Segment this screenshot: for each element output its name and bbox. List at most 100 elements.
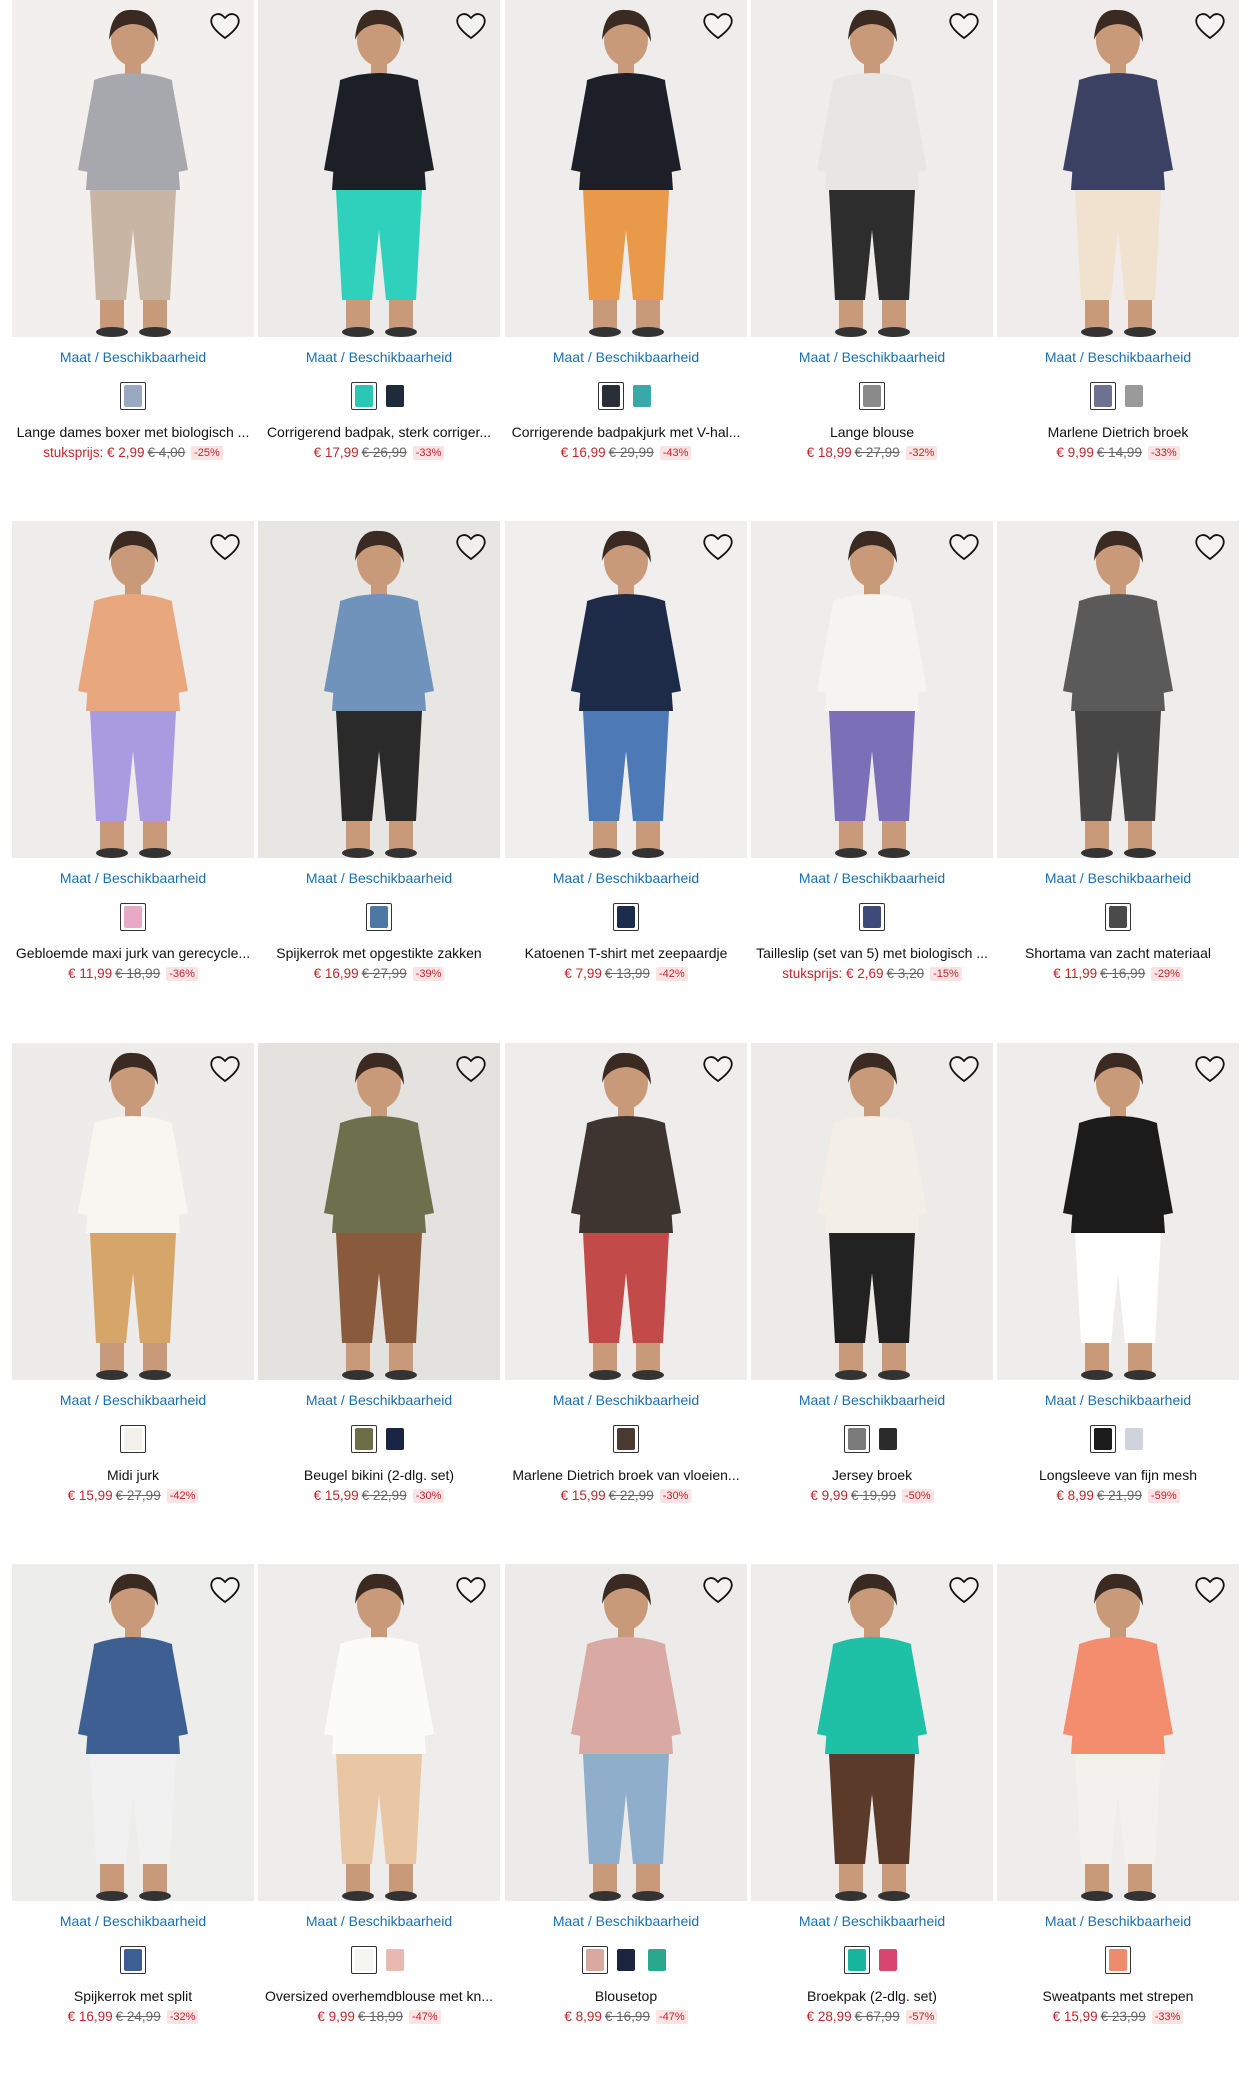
color-swatch[interactable] <box>1121 1425 1147 1453</box>
wishlist-heart-icon[interactable] <box>454 531 488 563</box>
product-image[interactable] <box>258 521 500 858</box>
product-card[interactable]: Maat / Beschikbaarheid Corrigerend badpak… <box>258 0 500 470</box>
product-card[interactable]: Maat / Beschikbaarheid Midi jurk € 15,99 € … <box>12 1043 254 1513</box>
product-name[interactable]: Oversized overhemdblouse met kn... <box>258 1988 500 2004</box>
product-card[interactable]: Maat / Beschikbaarheid Beugel bikini (2-d… <box>258 1043 500 1513</box>
product-name[interactable]: Marlene Dietrich broek <box>997 424 1239 440</box>
product-image[interactable] <box>751 521 993 858</box>
product-name[interactable]: Marlene Dietrich broek van vloeien... <box>505 1467 747 1483</box>
color-swatch[interactable] <box>1089 382 1116 410</box>
wishlist-heart-icon[interactable] <box>1193 10 1227 42</box>
product-card[interactable]: Maat / Beschikbaarheid Marlene Dietrich b… <box>997 0 1239 470</box>
color-swatch[interactable] <box>366 903 392 931</box>
color-swatch[interactable] <box>613 1946 639 1974</box>
product-image[interactable] <box>258 1564 500 1901</box>
color-swatch[interactable] <box>1105 903 1131 931</box>
wishlist-heart-icon[interactable] <box>454 1574 488 1606</box>
product-name[interactable]: Lange blouse <box>751 424 993 440</box>
product-image[interactable] <box>751 0 993 337</box>
product-name[interactable]: Lange dames boxer met biologisch ... <box>12 424 254 440</box>
product-card[interactable]: Maat / Beschikbaarheid Lange blouse € 18,9… <box>751 0 993 470</box>
color-swatch[interactable] <box>859 903 885 931</box>
product-card[interactable]: Maat / Beschikbaarheid Tailleslip (set va… <box>751 521 993 991</box>
color-swatch[interactable] <box>843 1946 870 1974</box>
color-swatch[interactable] <box>843 1425 870 1453</box>
product-card[interactable]: Maat / Beschikbaarheid Broekpak (2-dlg. s… <box>751 1564 993 2034</box>
size-availability-link[interactable]: Maat / Beschikbaarheid <box>997 1392 1239 1408</box>
product-image[interactable] <box>751 1564 993 1901</box>
wishlist-heart-icon[interactable] <box>208 1053 242 1085</box>
color-swatch[interactable] <box>629 382 655 410</box>
wishlist-heart-icon[interactable] <box>208 531 242 563</box>
color-swatch[interactable] <box>613 903 639 931</box>
product-card[interactable]: Maat / Beschikbaarheid Corrigerende badpa… <box>505 0 747 470</box>
product-image[interactable] <box>12 1564 254 1901</box>
product-name[interactable]: Longsleeve van fijn mesh <box>997 1467 1239 1483</box>
product-image[interactable] <box>505 1043 747 1380</box>
product-card[interactable]: Maat / Beschikbaarheid Spijkerrok met opg… <box>258 521 500 991</box>
color-swatch[interactable] <box>597 382 624 410</box>
product-name[interactable]: Beugel bikini (2-dlg. set) <box>258 1467 500 1483</box>
color-swatch[interactable] <box>582 1946 608 1974</box>
color-swatch[interactable] <box>875 1425 901 1453</box>
size-availability-link[interactable]: Maat / Beschikbaarheid <box>258 1913 500 1929</box>
wishlist-heart-icon[interactable] <box>1193 1574 1227 1606</box>
size-availability-link[interactable]: Maat / Beschikbaarheid <box>505 1913 747 1929</box>
wishlist-heart-icon[interactable] <box>947 10 981 42</box>
color-swatch[interactable] <box>644 1946 670 1974</box>
product-name[interactable]: Shortama van zacht materiaal <box>997 945 1239 961</box>
product-image[interactable] <box>997 0 1239 337</box>
color-swatch[interactable] <box>350 382 377 410</box>
product-image[interactable] <box>997 1043 1239 1380</box>
size-availability-link[interactable]: Maat / Beschikbaarheid <box>997 870 1239 886</box>
size-availability-link[interactable]: Maat / Beschikbaarheid <box>751 870 993 886</box>
product-card[interactable]: Maat / Beschikbaarheid Oversized overhemd… <box>258 1564 500 2034</box>
size-availability-link[interactable]: Maat / Beschikbaarheid <box>505 349 747 365</box>
wishlist-heart-icon[interactable] <box>701 531 735 563</box>
wishlist-heart-icon[interactable] <box>1193 531 1227 563</box>
wishlist-heart-icon[interactable] <box>701 1574 735 1606</box>
product-name[interactable]: Gebloemde maxi jurk van gerecycle... <box>12 945 254 961</box>
color-swatch[interactable] <box>382 1946 408 1974</box>
color-swatch[interactable] <box>382 382 408 410</box>
color-swatch[interactable] <box>382 1425 408 1453</box>
product-card[interactable]: Maat / Beschikbaarheid Gebloemde maxi jur… <box>12 521 254 991</box>
product-image[interactable] <box>997 1564 1239 1901</box>
product-card[interactable]: Maat / Beschikbaarheid Jersey broek € 9,99… <box>751 1043 993 1513</box>
product-image[interactable] <box>12 521 254 858</box>
size-availability-link[interactable]: Maat / Beschikbaarheid <box>751 1392 993 1408</box>
color-swatch[interactable] <box>120 1946 146 1974</box>
product-image[interactable] <box>258 1043 500 1380</box>
color-swatch[interactable] <box>1105 1946 1131 1974</box>
product-card[interactable]: Maat / Beschikbaarheid Sweatpants met str… <box>997 1564 1239 2034</box>
size-availability-link[interactable]: Maat / Beschikbaarheid <box>258 1392 500 1408</box>
product-image[interactable] <box>12 0 254 337</box>
size-availability-link[interactable]: Maat / Beschikbaarheid <box>505 870 747 886</box>
product-name[interactable]: Corrigerend badpak, sterk corriger... <box>258 424 500 440</box>
size-availability-link[interactable]: Maat / Beschikbaarheid <box>751 349 993 365</box>
product-name[interactable]: Blousetop <box>505 1988 747 2004</box>
color-swatch[interactable] <box>120 382 146 410</box>
color-swatch[interactable] <box>1121 382 1147 410</box>
wishlist-heart-icon[interactable] <box>454 10 488 42</box>
wishlist-heart-icon[interactable] <box>454 1053 488 1085</box>
product-name[interactable]: Jersey broek <box>751 1467 993 1483</box>
product-image[interactable] <box>505 1564 747 1901</box>
product-image[interactable] <box>997 521 1239 858</box>
size-availability-link[interactable]: Maat / Beschikbaarheid <box>258 870 500 886</box>
product-name[interactable]: Broekpak (2-dlg. set) <box>751 1988 993 2004</box>
product-name[interactable]: Spijkerrok met opgestikte zakken <box>258 945 500 961</box>
product-image[interactable] <box>751 1043 993 1380</box>
product-image[interactable] <box>12 1043 254 1380</box>
color-swatch[interactable] <box>350 1946 377 1974</box>
product-card[interactable]: Maat / Beschikbaarheid Marlene Dietrich b… <box>505 1043 747 1513</box>
size-availability-link[interactable]: Maat / Beschikbaarheid <box>997 1913 1239 1929</box>
size-availability-link[interactable]: Maat / Beschikbaarheid <box>997 349 1239 365</box>
color-swatch[interactable] <box>875 1946 901 1974</box>
product-name[interactable]: Katoenen T-shirt met zeepaardje <box>505 945 747 961</box>
product-name[interactable]: Sweatpants met strepen <box>997 1988 1239 2004</box>
color-swatch[interactable] <box>120 1425 146 1453</box>
product-card[interactable]: Maat / Beschikbaarheid Katoenen T-shirt m… <box>505 521 747 991</box>
product-card[interactable]: Maat / Beschikbaarheid Longsleeve van fij… <box>997 1043 1239 1513</box>
product-image[interactable] <box>505 0 747 337</box>
